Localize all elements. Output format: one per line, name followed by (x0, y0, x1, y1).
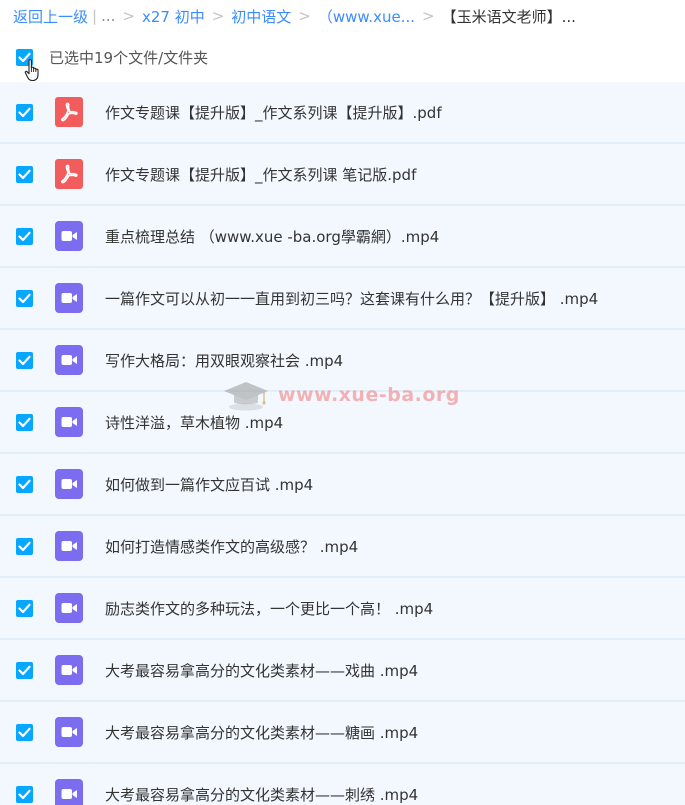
file-checkbox[interactable] (16, 103, 33, 121)
video-file-icon (55, 283, 83, 313)
breadcrumb: 返回上一级 | ... > x27 初中 > 初中语文 > （www.xue..… (0, 0, 685, 32)
video-icon (54, 717, 84, 747)
file-row[interactable]: 如何打造情感类作文的高级感？ .mp4 (0, 516, 685, 578)
breadcrumb-item-www[interactable]: （www.xue... (318, 6, 415, 27)
file-row[interactable]: 作文专题课【提升版】_作文系列课【提升版】.pdf (0, 82, 685, 144)
check-icon (18, 789, 31, 799)
file-checkbox[interactable] (16, 599, 33, 617)
file-name[interactable]: 诗性洋溢，草木植物 .mp4 (105, 412, 283, 433)
video-file-icon (55, 469, 83, 499)
video-file-icon (55, 345, 83, 375)
check-icon (18, 107, 31, 117)
check-icon (18, 231, 31, 241)
file-row[interactable]: 作文专题课【提升版】_作文系列课 笔记版.pdf (0, 144, 685, 206)
back-link[interactable]: 返回上一级 (13, 6, 88, 27)
file-checkbox[interactable] (16, 661, 33, 679)
file-row[interactable]: 重点梳理总结 （www.xue -ba.org學霸網）.mp4 (0, 206, 685, 268)
pdf-icon (54, 159, 84, 189)
video-file-icon (55, 221, 83, 251)
selection-count-label: 已选中19个文件/文件夹 (49, 48, 209, 67)
video-file-icon (55, 593, 83, 623)
check-icon (18, 293, 31, 303)
check-icon (18, 355, 31, 365)
file-name[interactable]: 励志类作文的多种玩法，一个更比一个高！ .mp4 (105, 598, 433, 619)
breadcrumb-separator: > (122, 7, 135, 25)
select-all-bar: 已选中19个文件/文件夹 (0, 32, 685, 82)
file-row[interactable]: 如何做到一篇作文应百试 .mp4 (0, 454, 685, 516)
video-icon (54, 779, 84, 805)
file-name[interactable]: 作文专题课【提升版】_作文系列课 笔记版.pdf (105, 164, 416, 185)
file-checkbox[interactable] (16, 289, 33, 307)
video-file-icon (55, 779, 83, 805)
file-checkbox[interactable] (16, 723, 33, 741)
video-icon (54, 283, 84, 313)
check-icon (18, 665, 31, 675)
check-icon (18, 727, 31, 737)
file-row[interactable]: 诗性洋溢，草木植物 .mp4 (0, 392, 685, 454)
file-name[interactable]: 大考最容易拿高分的文化类素材——刺绣 .mp4 (105, 784, 418, 805)
file-checkbox[interactable] (16, 413, 33, 431)
file-row[interactable]: 一篇作文可以从初一一直用到初三吗？这套课有什么用？【提升版】 .mp4 (0, 268, 685, 330)
file-checkbox[interactable] (16, 165, 33, 183)
video-icon (54, 407, 84, 437)
video-icon (54, 345, 84, 375)
check-icon (18, 417, 31, 427)
check-icon (18, 479, 31, 489)
file-browser: 返回上一级 | ... > x27 初中 > 初中语文 > （www.xue..… (0, 0, 685, 805)
video-file-icon (55, 531, 83, 561)
file-checkbox[interactable] (16, 537, 33, 555)
breadcrumb-item-x27[interactable]: x27 初中 (142, 6, 205, 27)
video-icon (54, 469, 84, 499)
breadcrumb-separator: > (298, 7, 311, 25)
file-row[interactable]: 写作大格局：用双眼观察社会 .mp4 (0, 330, 685, 392)
pdf-file-icon (55, 159, 83, 189)
video-icon (54, 593, 84, 623)
file-name[interactable]: 重点梳理总结 （www.xue -ba.org學霸網）.mp4 (105, 226, 439, 247)
check-icon (18, 169, 31, 179)
breadcrumb-pipe: | (92, 7, 98, 25)
breadcrumb-current: 【玉米语文老师】... (441, 7, 576, 26)
file-row[interactable]: 大考最容易拿高分的文化类素材——戏曲 .mp4 (0, 640, 685, 702)
file-name[interactable]: 一篇作文可以从初一一直用到初三吗？这套课有什么用？【提升版】 .mp4 (105, 288, 598, 309)
file-name[interactable]: 如何做到一篇作文应百试 .mp4 (105, 474, 313, 495)
file-checkbox[interactable] (16, 227, 33, 245)
breadcrumb-ellipsis[interactable]: ... (101, 7, 115, 25)
check-icon (18, 541, 31, 551)
video-icon (54, 531, 84, 561)
file-name[interactable]: 如何打造情感类作文的高级感？ .mp4 (105, 536, 358, 557)
hand-cursor-icon (24, 59, 39, 82)
video-file-icon (55, 717, 83, 747)
breadcrumb-separator: > (422, 7, 435, 25)
check-icon (18, 603, 31, 613)
file-row[interactable]: 励志类作文的多种玩法，一个更比一个高！ .mp4 (0, 578, 685, 640)
breadcrumb-item-chinese[interactable]: 初中语文 (231, 6, 291, 27)
file-name[interactable]: 写作大格局：用双眼观察社会 .mp4 (105, 350, 343, 371)
pdf-icon (54, 97, 84, 127)
file-list: 作文专题课【提升版】_作文系列课【提升版】.pdf 作文专题课【提升版】_作文系列… (0, 82, 685, 805)
file-checkbox[interactable] (16, 785, 33, 803)
file-name[interactable]: 作文专题课【提升版】_作文系列课【提升版】.pdf (105, 102, 442, 123)
file-checkbox[interactable] (16, 351, 33, 369)
file-checkbox[interactable] (16, 475, 33, 493)
breadcrumb-separator: > (211, 7, 225, 25)
pdf-file-icon (55, 97, 83, 127)
file-name[interactable]: 大考最容易拿高分的文化类素材——糖画 .mp4 (105, 722, 418, 743)
video-file-icon (55, 655, 83, 685)
video-icon (54, 655, 84, 685)
video-icon (54, 221, 84, 251)
file-row[interactable]: 大考最容易拿高分的文化类素材——糖画 .mp4 (0, 702, 685, 764)
file-name[interactable]: 大考最容易拿高分的文化类素材——戏曲 .mp4 (105, 660, 418, 681)
video-file-icon (55, 407, 83, 437)
file-row[interactable]: 大考最容易拿高分的文化类素材——刺绣 .mp4 (0, 764, 685, 805)
